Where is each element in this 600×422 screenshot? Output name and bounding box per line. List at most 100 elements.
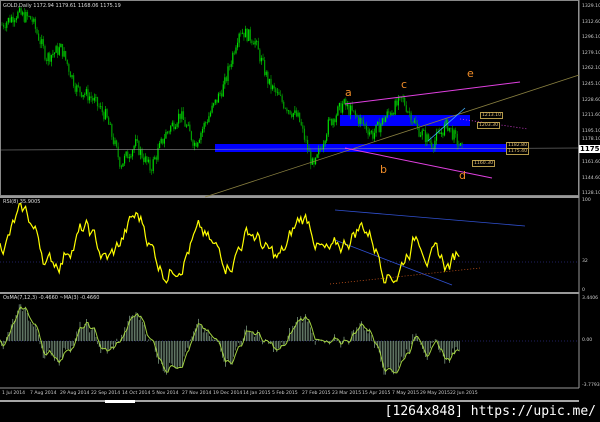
- candle-body: [88, 96, 91, 101]
- candle-body: [455, 130, 457, 134]
- candle-body: [53, 52, 56, 54]
- candle-body: [397, 97, 399, 106]
- candle-body: [327, 119, 329, 135]
- candle-body: [30, 16, 32, 20]
- candle-body: [168, 131, 170, 133]
- candle-body: [225, 77, 228, 82]
- candle-body: [458, 145, 460, 146]
- price-tag: 1213.10: [480, 112, 503, 119]
- candle-body: [106, 109, 108, 118]
- candle-body: [335, 115, 337, 123]
- candle-body: [15, 18, 17, 21]
- candle-body: [459, 143, 462, 146]
- candle-body: [243, 32, 245, 38]
- candle-body: [92, 98, 94, 101]
- channel-lower: [344, 147, 493, 179]
- candle-body: [346, 104, 348, 107]
- candle-body: [372, 131, 374, 139]
- candle-body: [273, 85, 275, 89]
- candle-body: [66, 59, 68, 65]
- candle-body: [367, 130, 369, 135]
- candle-body: [221, 93, 223, 97]
- candle-body: [384, 117, 387, 123]
- candle-body: [426, 134, 428, 143]
- candle-body: [139, 149, 142, 155]
- candle-body: [160, 138, 162, 143]
- candle-body: [252, 42, 255, 45]
- candle-body: [451, 128, 454, 140]
- candle-body: [394, 100, 396, 115]
- candle-body: [292, 113, 294, 117]
- candle-body: [287, 110, 290, 112]
- candle-body: [73, 75, 75, 87]
- candle-body: [300, 121, 302, 126]
- candle-body: [434, 140, 436, 149]
- candle-body: [65, 51, 67, 60]
- candle-body: [149, 159, 151, 171]
- candle-body: [108, 117, 110, 125]
- candle-body: [100, 106, 102, 107]
- price-axis-label: 1279.10: [582, 50, 600, 56]
- chart-canvas[interactable]: [0, 0, 600, 422]
- candle-body: [112, 136, 115, 145]
- candle-body: [357, 116, 360, 124]
- candle-body: [144, 156, 146, 163]
- candle-body: [445, 119, 447, 125]
- date-axis-label: 22 Jun 2015: [450, 391, 478, 396]
- candle-body: [219, 93, 221, 95]
- rsi-trendline-upper: [334, 209, 526, 227]
- candle-body: [80, 92, 83, 97]
- candle-body: [246, 28, 248, 42]
- date-axis-label: 19 Dec 2014: [213, 391, 243, 396]
- candle-body: [415, 120, 417, 124]
- candle-body: [95, 97, 97, 98]
- candle-body: [90, 96, 92, 99]
- candle-body: [135, 139, 137, 146]
- candle-body: [1, 24, 3, 26]
- candle-body: [420, 135, 422, 137]
- candle-body: [268, 78, 271, 84]
- candle-body: [291, 114, 293, 117]
- candle-body: [55, 46, 57, 53]
- candle-body: [36, 28, 38, 34]
- price-axis-label: 1245.10: [582, 82, 600, 87]
- price-axis-label: 1211.60: [582, 113, 600, 119]
- candle-body: [262, 57, 264, 60]
- candle-body: [278, 91, 280, 95]
- candle-body: [265, 71, 267, 76]
- candle-body: [174, 126, 177, 130]
- candle-body: [147, 159, 150, 162]
- symbol-label: GOLD,Daily: [3, 3, 32, 9]
- date-axis-label: 5 Nov 2014: [152, 391, 179, 396]
- candle-body: [259, 49, 261, 62]
- candle-body: [101, 106, 103, 113]
- candle-body: [42, 39, 44, 47]
- long-trendline: [204, 74, 580, 198]
- candle-body: [423, 130, 425, 131]
- candle-body: [22, 12, 24, 15]
- candle-body: [318, 149, 320, 155]
- candle-body: [429, 140, 431, 143]
- candle-body: [456, 133, 458, 146]
- candle-body: [410, 112, 412, 123]
- candle-body: [386, 111, 388, 118]
- candle-body: [6, 22, 8, 28]
- candle-body: [330, 118, 333, 126]
- candle-body: [413, 120, 415, 123]
- ohlc-values: 1172.94 1179.61 1168.06 1175.19: [33, 3, 121, 9]
- candle-body: [316, 154, 318, 158]
- candle-body: [289, 110, 291, 115]
- candle-body: [211, 105, 213, 113]
- candle-body: [442, 132, 444, 136]
- price-axis-label: 1296.10: [582, 35, 600, 41]
- candle-body: [375, 124, 377, 133]
- candle-body: [337, 106, 339, 116]
- candle-body: [34, 18, 37, 29]
- date-axis-label: 29 May 2015: [420, 391, 450, 396]
- candle-body: [230, 64, 232, 67]
- candle-body: [31, 19, 33, 22]
- candle-body: [254, 41, 256, 45]
- channel-upper: [344, 81, 521, 105]
- candle-body: [26, 12, 29, 17]
- scrollbar-thumb: [105, 400, 135, 403]
